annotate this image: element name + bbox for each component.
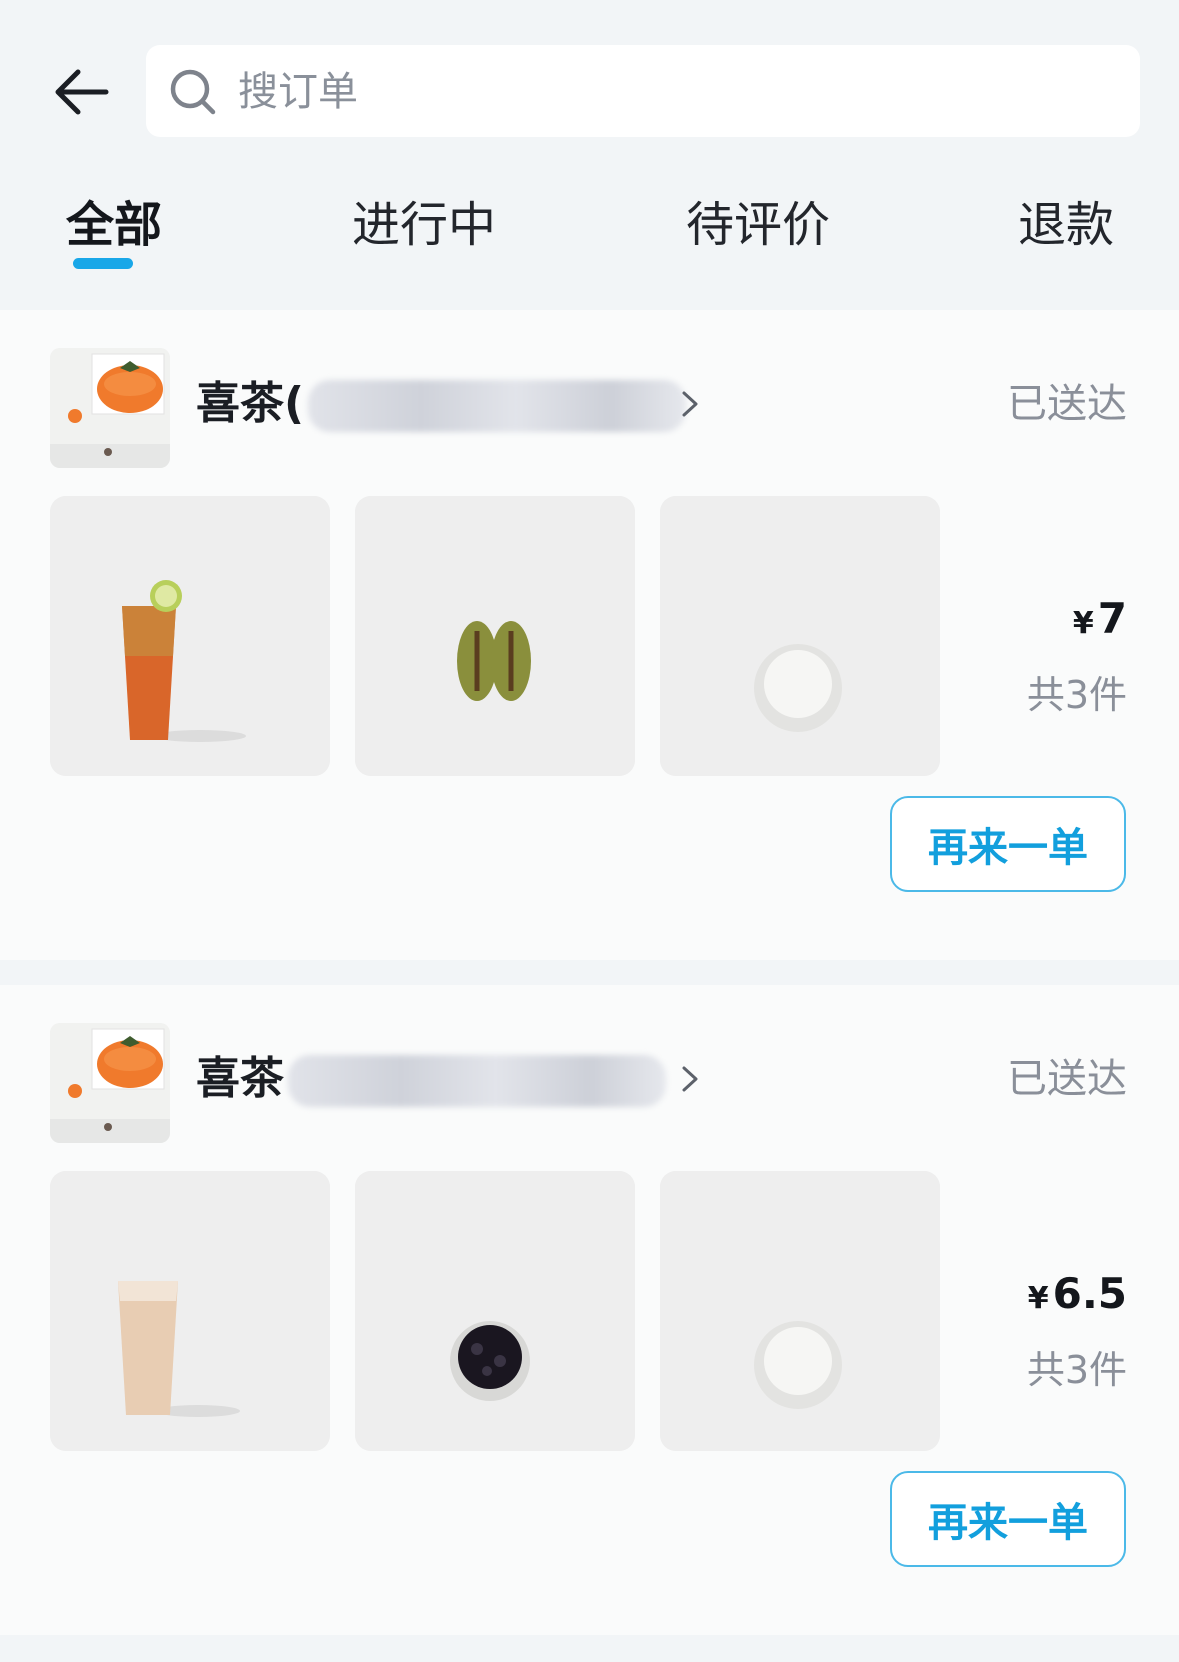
order-status: 已送达 [1007, 1056, 1127, 1102]
store-name-link[interactable]: 喜茶( [196, 376, 687, 432]
active-tab-indicator [73, 258, 133, 269]
order-price: ¥6.5 [1027, 1269, 1127, 1318]
order-card[interactable]: 喜茶( 已送达 ¥7 共3件 再来一单 [0, 310, 1179, 960]
fruit-tea-drink-image [50, 496, 330, 776]
order-status: 已送达 [1007, 381, 1127, 427]
boba-pearls-cup-image [355, 1171, 635, 1451]
tab-pending-review[interactable]: 待评价 [686, 195, 830, 255]
chevron-right-icon[interactable] [680, 389, 700, 419]
order-card[interactable]: 喜茶 已送达 ¥6.5 共3件 再来一单 [0, 985, 1179, 1635]
tab-all[interactable]: 全部 [66, 195, 162, 255]
header: 全部 进行中 待评价 退款 [0, 0, 1179, 310]
search-input[interactable] [236, 45, 1120, 139]
product-image-pudding[interactable] [660, 1171, 940, 1451]
back-button[interactable] [52, 62, 116, 122]
product-image-pudding[interactable] [660, 496, 940, 776]
redacted-text [288, 1055, 666, 1107]
product-image-pastry[interactable] [355, 496, 635, 776]
redacted-text [308, 380, 687, 432]
persimmon-logo-icon [50, 348, 170, 468]
pastry-image [355, 496, 635, 776]
store-logo [50, 1023, 170, 1143]
product-image-fruit-tea[interactable] [50, 496, 330, 776]
store-name: 喜茶 [196, 1053, 284, 1104]
order-price: ¥7 [1072, 594, 1127, 643]
persimmon-logo-icon [50, 1023, 170, 1143]
tab-in-progress[interactable]: 进行中 [352, 195, 496, 255]
product-image-boba[interactable] [355, 1171, 635, 1451]
tab-refund[interactable]: 退款 [1018, 195, 1114, 255]
reorder-button[interactable]: 再来一单 [890, 1471, 1126, 1567]
chevron-right-icon[interactable] [680, 1064, 700, 1094]
reorder-button[interactable]: 再来一单 [890, 796, 1126, 892]
item-count: 共3件 [1026, 1348, 1127, 1392]
store-logo [50, 348, 170, 468]
milk-tea-drink-image [50, 1171, 330, 1451]
pudding-cup-image [660, 1171, 940, 1451]
product-image-milk-tea[interactable] [50, 1171, 330, 1451]
search-box[interactable] [146, 45, 1140, 139]
store-name-link[interactable]: 喜茶 [196, 1051, 666, 1107]
store-name: 喜茶( [196, 378, 305, 429]
search-icon [170, 69, 216, 115]
item-count: 共3件 [1026, 673, 1127, 717]
pudding-cup-image [660, 496, 940, 776]
arrow-left-icon [55, 69, 109, 115]
